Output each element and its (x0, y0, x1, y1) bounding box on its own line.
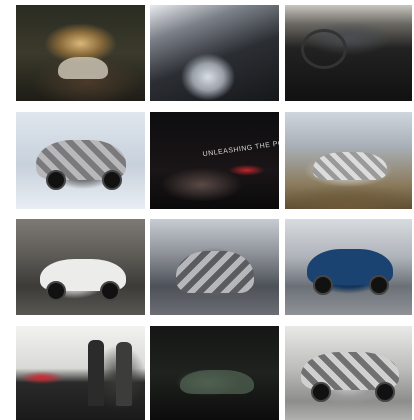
gallery-thumbnail[interactable] (16, 219, 145, 315)
gallery-thumbnail[interactable] (150, 5, 279, 101)
person-figure (116, 342, 132, 406)
wheel-icon (311, 382, 331, 402)
gallery-thumbnail[interactable] (285, 326, 412, 420)
gallery-thumbnail[interactable] (150, 326, 279, 420)
image-gallery-grid: UNLEASHING THE POWER PERFORMANCE (0, 0, 414, 420)
person-figure (88, 340, 104, 406)
wheel-icon (102, 170, 122, 190)
gallery-thumbnail[interactable] (16, 326, 145, 420)
car-silhouette (58, 57, 108, 79)
wheel-icon (369, 275, 389, 295)
wheel-icon (313, 275, 333, 295)
performance-teaser-photo (150, 112, 279, 209)
gallery-thumbnail[interactable] (285, 5, 412, 101)
gallery-thumbnail[interactable] (16, 5, 145, 101)
wheel-icon (46, 170, 66, 190)
car-silhouette (313, 152, 387, 180)
gallery-thumbnail[interactable]: UNLEASHING THE POWER PERFORMANCE (150, 112, 279, 209)
wheel-icon (46, 281, 66, 301)
gallery-thumbnail[interactable] (16, 112, 145, 209)
gallery-thumbnail[interactable] (150, 219, 279, 315)
wheel-icon (100, 281, 120, 301)
car-interior-seats-photo (150, 5, 279, 101)
steering-wheel-icon (301, 29, 347, 69)
gallery-thumbnail[interactable] (285, 219, 412, 315)
gallery-thumbnail[interactable] (285, 112, 412, 209)
night-street-car-photo (16, 5, 145, 101)
wheel-icon (375, 382, 395, 402)
car-silhouette (180, 370, 254, 394)
car-silhouette (176, 251, 254, 293)
